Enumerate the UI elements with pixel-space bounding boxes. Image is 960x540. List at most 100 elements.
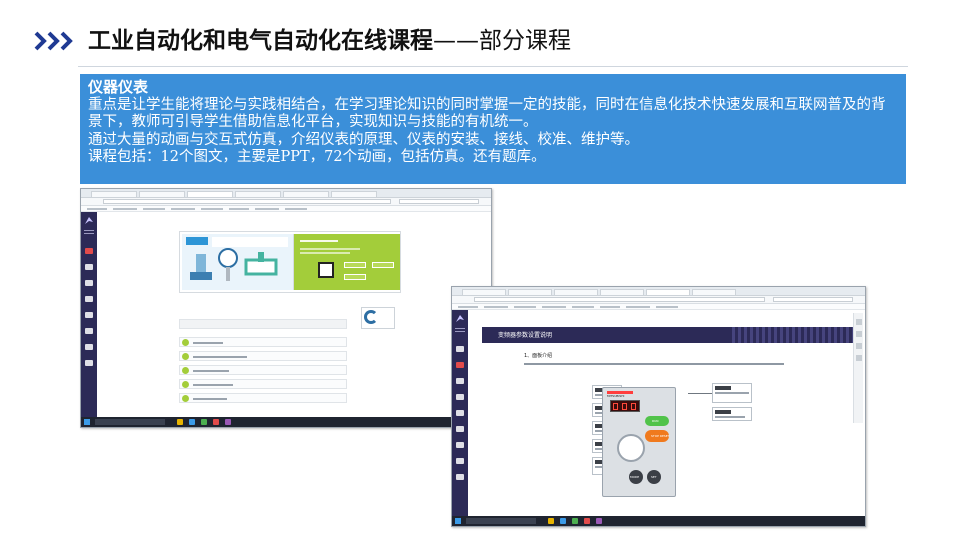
toolbar-icon[interactable] [856, 331, 862, 337]
sidebar-icon [85, 328, 93, 334]
taskbar-app-icon[interactable] [225, 419, 231, 425]
taskbar-folder-icon[interactable] [548, 518, 554, 524]
windows-start-icon[interactable] [84, 419, 90, 425]
toolbar-icon[interactable] [856, 343, 862, 349]
browser-tab [554, 289, 598, 295]
taskbar-app-icon[interactable] [584, 518, 590, 524]
taskbar-app-icon[interactable] [213, 419, 219, 425]
banner-title: 变频器参数设置说明 [498, 332, 553, 339]
browser-tab [462, 289, 506, 295]
toolbar-icon[interactable] [856, 355, 862, 361]
header-divider [78, 66, 908, 67]
course-sidebar [452, 310, 468, 518]
course-card [179, 231, 401, 293]
sidebar-icon [456, 394, 464, 400]
sidebar-icon [85, 360, 93, 366]
callout-pu-ext-key [712, 383, 752, 403]
right-toolbar [853, 313, 863, 423]
sidebar-icon [456, 346, 464, 352]
course-paragraph-1: 重点是让学生能将理论与实践相结合，在学习理论知识的同时掌握一定的技能，同时在信息… [88, 96, 886, 131]
windows-taskbar [452, 516, 865, 526]
course-description-box: 仪器仪表 重点是让学生能将理论与实践相结合，在学习理论知识的同时掌握一定的技能，… [80, 74, 906, 184]
vfd-page-screenshot: 变频器参数设置说明 1、面板介绍 MITSUBISHI RUN STOP RES… [451, 286, 866, 527]
browser-tab [91, 191, 137, 197]
course-paragraph-2: 通过大量的动画与交互式仿真，介绍仪表的原理、仪表的安装、接线、校准、维护等。 [88, 131, 639, 148]
title-sub: ——部分课程 [433, 28, 571, 54]
browser-tab [331, 191, 377, 197]
toolbar-icon[interactable] [856, 319, 862, 325]
brand-name: MITSUBISHI [607, 394, 625, 398]
qr-code-icon [318, 262, 334, 278]
course-heading: 仪器仪表 [88, 78, 149, 96]
section-heading: 1、面板介绍 [524, 353, 553, 359]
course-page-screenshot [80, 188, 492, 428]
browser-tab-strip [452, 287, 865, 296]
taskbar-app-icon[interactable] [572, 518, 578, 524]
list-item[interactable] [179, 351, 347, 361]
vfd-operation-panel: MITSUBISHI RUN STOP RESET MODE SET [602, 387, 676, 497]
join-course-button[interactable] [344, 262, 366, 268]
sidebar-icon [456, 410, 464, 416]
list-item[interactable] [179, 393, 347, 403]
list-item[interactable] [179, 365, 347, 375]
taskbar-app-icon[interactable] [189, 419, 195, 425]
favorite-button[interactable] [372, 262, 394, 268]
ad-logo [361, 307, 395, 329]
section-banner: 变频器参数设置说明 [482, 327, 862, 343]
bookmarks-bar [452, 304, 865, 310]
slide-header: 工业自动化和电气自动化在线课程——部分课程 [0, 0, 960, 70]
sidebar-icon [456, 474, 464, 480]
list-header [179, 319, 347, 329]
taskbar-search[interactable] [95, 419, 165, 425]
browser-tab-active [187, 191, 233, 197]
sidebar-icon [456, 426, 464, 432]
set-key[interactable]: SET [647, 470, 661, 484]
bird-logo-icon [456, 315, 464, 322]
sidebar-icon [456, 458, 464, 464]
browser-tab-strip [81, 189, 491, 198]
url-field [103, 199, 391, 204]
taskbar-search[interactable] [466, 518, 536, 524]
sidebar-icon [85, 264, 93, 270]
sidebar-icon [85, 312, 93, 318]
instrument-illustration [182, 234, 294, 290]
browser-tab [508, 289, 552, 295]
slide-title: 工业自动化和电气自动化在线课程——部分课程 [88, 24, 571, 58]
windows-start-icon[interactable] [455, 518, 461, 524]
share-button[interactable] [344, 274, 366, 280]
banner-pattern [732, 327, 862, 343]
address-bar [452, 296, 865, 304]
list-item[interactable] [179, 379, 347, 389]
browser-search-field [773, 297, 853, 302]
browser-tab [692, 289, 736, 295]
taskbar-app-icon[interactable] [560, 518, 566, 524]
sidebar-icon [85, 296, 93, 302]
setting-dial[interactable] [617, 434, 645, 462]
sidebar-icon [85, 248, 93, 254]
windows-taskbar [81, 417, 491, 427]
bookmarks-bar [81, 206, 491, 212]
stop-reset-key[interactable]: STOP RESET [645, 430, 669, 442]
taskbar-app-icon[interactable] [201, 419, 207, 425]
seven-segment-display [610, 400, 640, 412]
url-field [474, 297, 765, 302]
browser-tab-active [646, 289, 690, 295]
sidebar-icon [456, 362, 464, 368]
sidebar-icon [456, 442, 464, 448]
course-sidebar [81, 212, 97, 419]
course-paragraph-3: 课程包括：12个图文，主要是PPT，72个动画，包括仿真。还有题库。 [88, 149, 546, 165]
browser-tab [600, 289, 644, 295]
callout-run-key [712, 407, 752, 421]
triple-chevron-icon [34, 31, 73, 51]
browser-tab [139, 191, 185, 197]
taskbar-app-icon[interactable] [596, 518, 602, 524]
sidebar-icon [85, 344, 93, 350]
sidebar-icon [85, 280, 93, 286]
browser-tab [235, 191, 281, 197]
list-item[interactable] [179, 337, 347, 347]
chapter-list [179, 305, 347, 415]
browser-tab [283, 191, 329, 197]
run-key[interactable]: RUN [645, 416, 669, 426]
taskbar-folder-icon[interactable] [177, 419, 183, 425]
mode-key[interactable]: MODE [629, 470, 643, 484]
